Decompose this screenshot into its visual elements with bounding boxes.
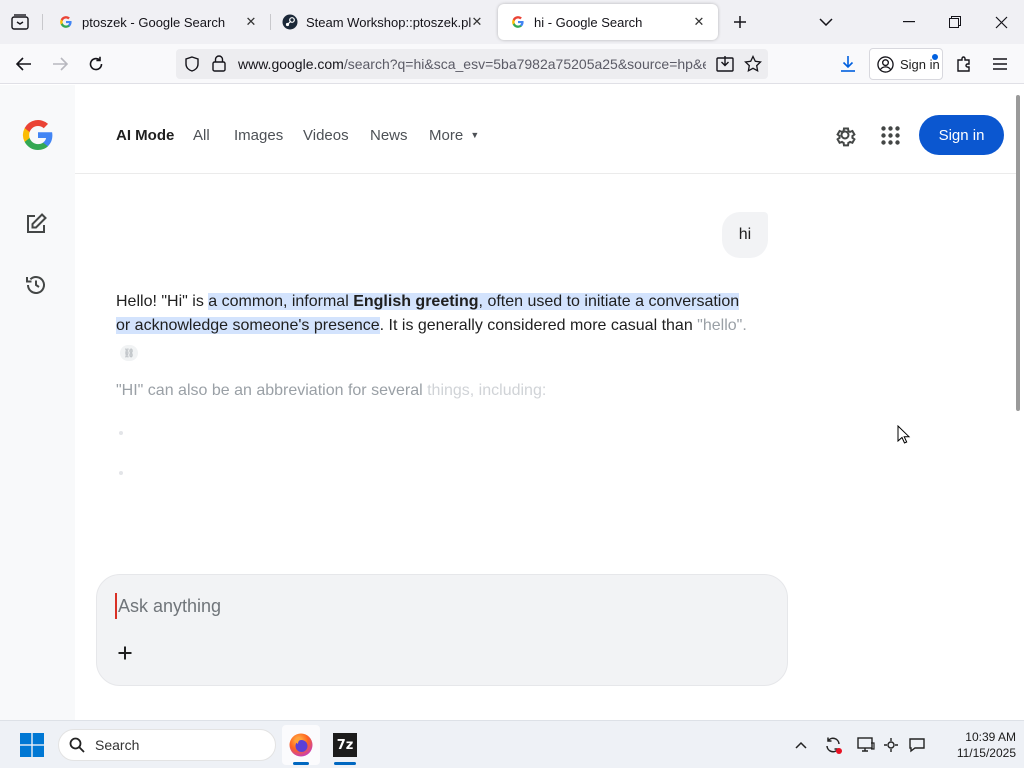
account-circle-icon bbox=[877, 55, 894, 73]
tab-hi-search[interactable]: hi - Google Search ✕ bbox=[498, 4, 718, 40]
navigation-toolbar: www.google.com/search?q=hi&sca_esv=5ba79… bbox=[0, 44, 1024, 84]
google-apps-grid-icon[interactable] bbox=[881, 126, 900, 150]
search-icon bbox=[69, 737, 85, 753]
history-icon[interactable] bbox=[24, 273, 48, 302]
answer-text-fading: things, including: bbox=[427, 382, 547, 399]
show-hidden-icons-chevron-up-icon[interactable] bbox=[790, 734, 812, 756]
page-scrollbar[interactable] bbox=[1016, 95, 1020, 411]
bullet-placeholder bbox=[119, 431, 123, 435]
bullet-placeholder bbox=[119, 471, 123, 475]
downloads-icon[interactable] bbox=[834, 50, 862, 78]
hamburger-menu-icon[interactable] bbox=[986, 50, 1014, 78]
answer-highlight-text: a common, informal bbox=[208, 293, 354, 310]
nav-ai-mode[interactable]: AI Mode bbox=[116, 127, 174, 144]
windows-taskbar: Search 7z 10:39 AM 11/15/2025 bbox=[0, 720, 1024, 768]
extensions-puzzle-icon[interactable] bbox=[950, 50, 978, 78]
steam-icon bbox=[282, 14, 298, 30]
sync-update-icon[interactable] bbox=[822, 734, 844, 756]
firefox-app-icon[interactable] bbox=[282, 725, 320, 765]
ai-answer-paragraph: Hello! "Hi" is a common, informal Englis… bbox=[116, 290, 756, 362]
tab-overflow-chevron-down-icon[interactable] bbox=[812, 8, 840, 36]
answer-text-faded: "hello". bbox=[697, 317, 747, 334]
clock-time: 10:39 AM bbox=[965, 730, 1016, 744]
answer-text: Hello! "Hi" is bbox=[116, 293, 209, 310]
nav-more-label: More bbox=[429, 127, 464, 144]
mouse-cursor-icon bbox=[897, 424, 911, 450]
tab-title: hi - Google Search bbox=[534, 14, 643, 30]
running-indicator bbox=[293, 762, 309, 765]
tab-list-icon[interactable] bbox=[6, 8, 34, 36]
tab-close-icon[interactable]: ✕ bbox=[242, 13, 260, 31]
7zip-app-icon[interactable]: 7z bbox=[326, 725, 364, 765]
ai-answer-paragraph-2: "HI" can also be an abbreviation for sev… bbox=[116, 379, 546, 403]
tab-close-icon[interactable]: ✕ bbox=[468, 13, 486, 31]
url-host: www.google.com bbox=[238, 56, 344, 72]
left-rail bbox=[0, 85, 75, 720]
tab-separator bbox=[42, 14, 43, 30]
nav-more[interactable]: More ▼ bbox=[429, 127, 479, 144]
new-chat-edit-icon[interactable] bbox=[24, 212, 48, 241]
bookmark-star-icon[interactable] bbox=[744, 54, 762, 78]
tab-steam-workshop[interactable]: Steam Workshop::ptoszek.pl ✕ bbox=[270, 4, 496, 40]
clock-date: 11/15/2025 bbox=[956, 746, 1016, 760]
windows-start-icon[interactable] bbox=[20, 733, 44, 762]
google-sign-in-button[interactable]: Sign in bbox=[919, 115, 1004, 155]
lock-icon[interactable] bbox=[212, 55, 226, 77]
settings-gear-icon[interactable] bbox=[833, 123, 857, 152]
network-settings-icon[interactable] bbox=[880, 734, 902, 756]
new-tab-plus-icon[interactable] bbox=[726, 8, 754, 36]
taskbar-search-label: Search bbox=[95, 737, 140, 753]
ask-anything-input[interactable] bbox=[115, 593, 715, 619]
nav-news[interactable]: News bbox=[370, 127, 408, 144]
answer-text-faded: "HI" can also be an abbreviation for sev… bbox=[116, 382, 428, 399]
answer-bold-term: English greeting bbox=[353, 293, 479, 310]
header-divider bbox=[75, 173, 1016, 174]
url-path: /search?q=hi&sca_esv=5ba7982a75205a25&so… bbox=[343, 56, 706, 72]
forward-arrow-icon[interactable] bbox=[46, 50, 74, 78]
tab-title: Steam Workshop::ptoszek.pl bbox=[306, 14, 472, 30]
answer-text: . It is generally considered more casual… bbox=[379, 317, 698, 334]
reader-view-download-icon[interactable] bbox=[716, 55, 734, 78]
link-chain-icon[interactable]: ⛓ bbox=[120, 345, 138, 361]
add-attachment-plus-icon[interactable] bbox=[117, 645, 133, 666]
running-indicator bbox=[334, 762, 356, 765]
restore-icon[interactable] bbox=[932, 0, 978, 44]
tab-ptoszek-search[interactable]: ptoszek - Google Search ✕ bbox=[46, 4, 270, 40]
user-message-bubble: hi bbox=[722, 212, 768, 258]
tab-close-icon[interactable]: ✕ bbox=[690, 13, 708, 31]
tab-title: ptoszek - Google Search bbox=[82, 14, 226, 30]
nav-images[interactable]: Images bbox=[234, 127, 283, 144]
nav-videos[interactable]: Videos bbox=[303, 127, 349, 144]
back-arrow-icon[interactable] bbox=[10, 50, 38, 78]
chat-feedback-icon[interactable] bbox=[906, 734, 928, 756]
address-bar[interactable]: www.google.com/search?q=hi&sca_esv=5ba79… bbox=[176, 49, 768, 79]
display-icon[interactable] bbox=[855, 734, 877, 756]
google-search-page: AI Mode All Images Videos News More ▼ Si… bbox=[0, 85, 1024, 720]
google-icon bbox=[58, 14, 74, 30]
caret-down-icon: ▼ bbox=[470, 130, 480, 140]
google-icon bbox=[510, 14, 526, 30]
taskbar-search-box[interactable]: Search bbox=[58, 729, 276, 761]
system-clock[interactable]: 10:39 AM 11/15/2025 bbox=[936, 729, 1016, 761]
reload-icon[interactable] bbox=[82, 50, 110, 78]
tab-strip: ptoszek - Google Search ✕ Steam Workshop… bbox=[0, 0, 1024, 44]
nav-all[interactable]: All bbox=[193, 127, 210, 144]
account-sign-in-button[interactable]: Sign in bbox=[869, 48, 943, 80]
close-window-icon[interactable] bbox=[978, 0, 1024, 44]
ask-box bbox=[96, 574, 788, 686]
notification-dot bbox=[932, 54, 938, 60]
tracking-shield-icon[interactable] bbox=[184, 56, 200, 77]
google-logo-icon[interactable] bbox=[20, 117, 56, 158]
minimize-icon[interactable] bbox=[886, 0, 932, 44]
url-text[interactable]: www.google.com/search?q=hi&sca_esv=5ba79… bbox=[238, 56, 706, 72]
